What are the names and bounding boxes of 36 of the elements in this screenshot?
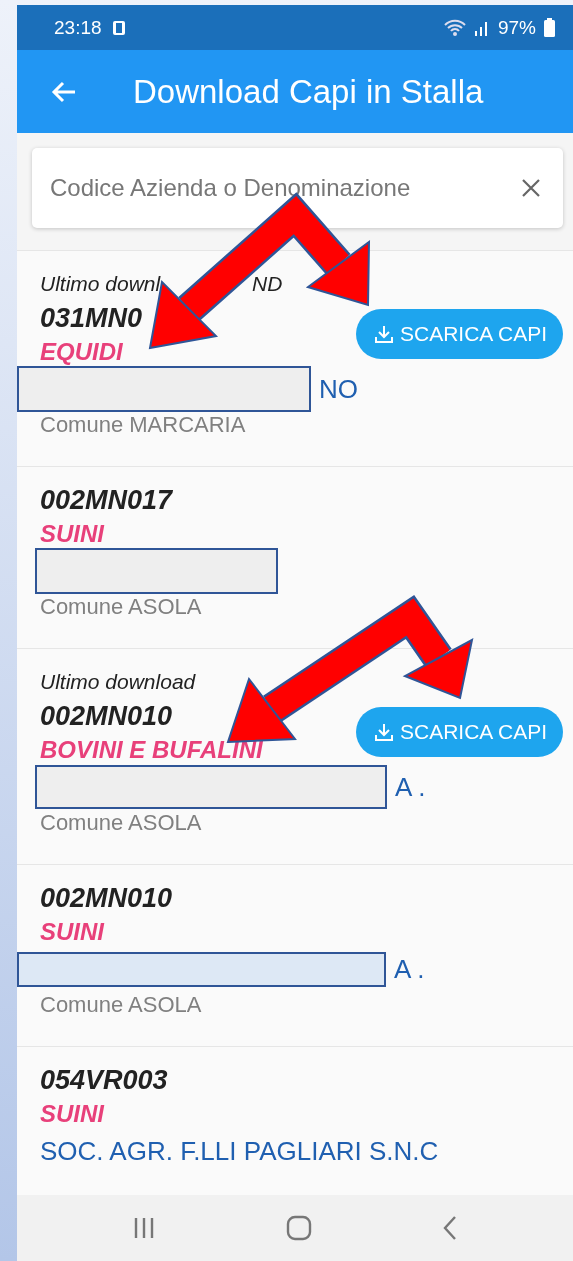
- species-label: SUINI: [40, 519, 106, 549]
- download-icon: [373, 324, 394, 344]
- last-download-text: ND: [252, 272, 283, 296]
- farm-name: SOC. AGR. F.LLI PAGLIARI S.N.C: [40, 1135, 439, 1167]
- municipality-text: Comune ASOLA: [40, 991, 203, 1019]
- species-label: SUINI: [40, 917, 106, 947]
- wifi-icon: [443, 18, 466, 37]
- farm-name: A .: [394, 953, 425, 985]
- last-download-text: Ultimo downl: [40, 272, 162, 296]
- municipality-text: Comune ASOLA: [40, 809, 203, 837]
- battery-level: 97%: [497, 16, 536, 39]
- farm-code: 031MN0: [40, 301, 144, 335]
- farm-code: 002MN010: [40, 699, 174, 733]
- species-label: EQUIDI: [40, 337, 124, 367]
- farm-code: 002MN017: [40, 483, 174, 517]
- download-button[interactable]: SCARICA CAPI: [355, 707, 563, 757]
- municipality-text: Comune ASOLA: [40, 593, 203, 621]
- back-arrow-icon: [51, 80, 77, 103]
- screen-title: Download Capi in Stalla: [133, 72, 484, 111]
- recent-apps-icon: [132, 1216, 156, 1240]
- farm-name: NO: [319, 373, 358, 405]
- last-download-text: Ultimo download: [40, 670, 197, 694]
- battery-icon: [544, 18, 555, 37]
- farm-code: 002MN010: [40, 881, 174, 915]
- farm-name: A .: [395, 771, 426, 803]
- status-time: 23:18: [54, 16, 102, 39]
- home-icon: [286, 1215, 312, 1241]
- species-label: SUINI: [40, 1099, 106, 1129]
- species-label: BOVINI E BUFALINI: [40, 735, 264, 765]
- farm-code: 054VR003: [40, 1063, 169, 1097]
- search-card[interactable]: Codice Azienda o Denominazione: [32, 148, 563, 228]
- download-icon: [373, 722, 394, 742]
- back-icon: [442, 1215, 458, 1241]
- download-button[interactable]: SCARICA CAPI: [355, 309, 563, 359]
- close-icon: [521, 178, 541, 198]
- municipality-text: Comune MARCARIA: [40, 411, 247, 439]
